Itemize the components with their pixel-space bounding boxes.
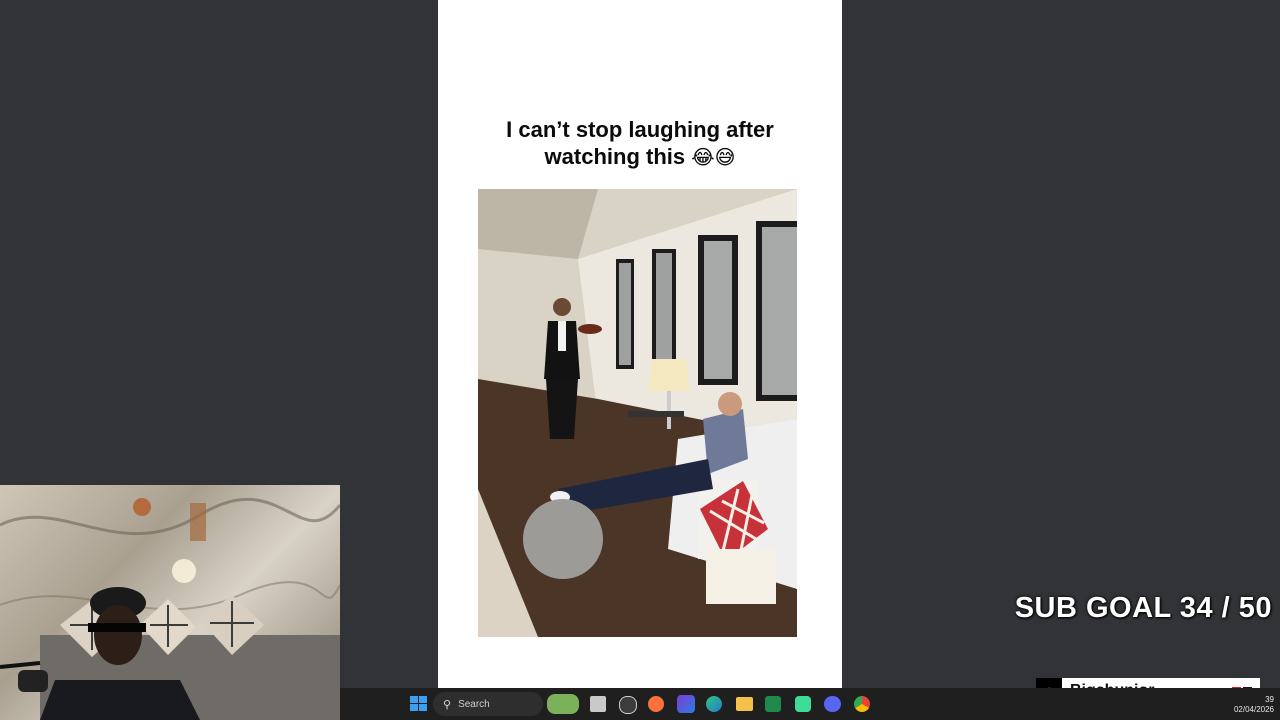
game-launcher-icon[interactable] [677, 695, 695, 713]
chrome-icon[interactable] [854, 696, 870, 712]
sub-goal-counter: SUB GOAL 34 / 50 [1014, 592, 1272, 624]
post-title: I can’t stop laughing after watching thi… [438, 116, 842, 171]
firefox-icon[interactable] [648, 696, 664, 712]
excel-icon[interactable] [765, 696, 781, 712]
post-panel: I can’t stop laughing after watching thi… [438, 0, 842, 688]
app-icon[interactable] [795, 696, 811, 712]
post-title-line1: I can’t stop laughing after [506, 117, 774, 142]
folder-icon[interactable] [736, 697, 753, 711]
search-icon: ⚲ [443, 698, 452, 711]
windows-start-icon[interactable] [410, 696, 428, 712]
webcam-feed [0, 485, 340, 720]
edge-icon[interactable] [706, 696, 722, 712]
discord-icon[interactable] [824, 696, 841, 712]
file-manager-icon[interactable] [590, 696, 606, 712]
post-video[interactable] [478, 189, 797, 637]
clock-date: 02/04/2026 [1233, 705, 1274, 714]
taskbar-clock[interactable]: 39 02/04/2026 [1222, 695, 1274, 715]
obs-icon[interactable] [619, 696, 637, 714]
post-title-line2: watching this [544, 144, 686, 169]
taskbar-search-input[interactable]: ⚲ Search [433, 692, 543, 716]
clock-time-fragment: 39 [1265, 695, 1274, 704]
search-placeholder: Search [458, 698, 490, 710]
widgets-icon[interactable] [547, 694, 579, 714]
video-frame [478, 189, 797, 637]
webcam-image [0, 497, 340, 720]
laughing-emoji-icon: 😂😅 [691, 145, 736, 169]
